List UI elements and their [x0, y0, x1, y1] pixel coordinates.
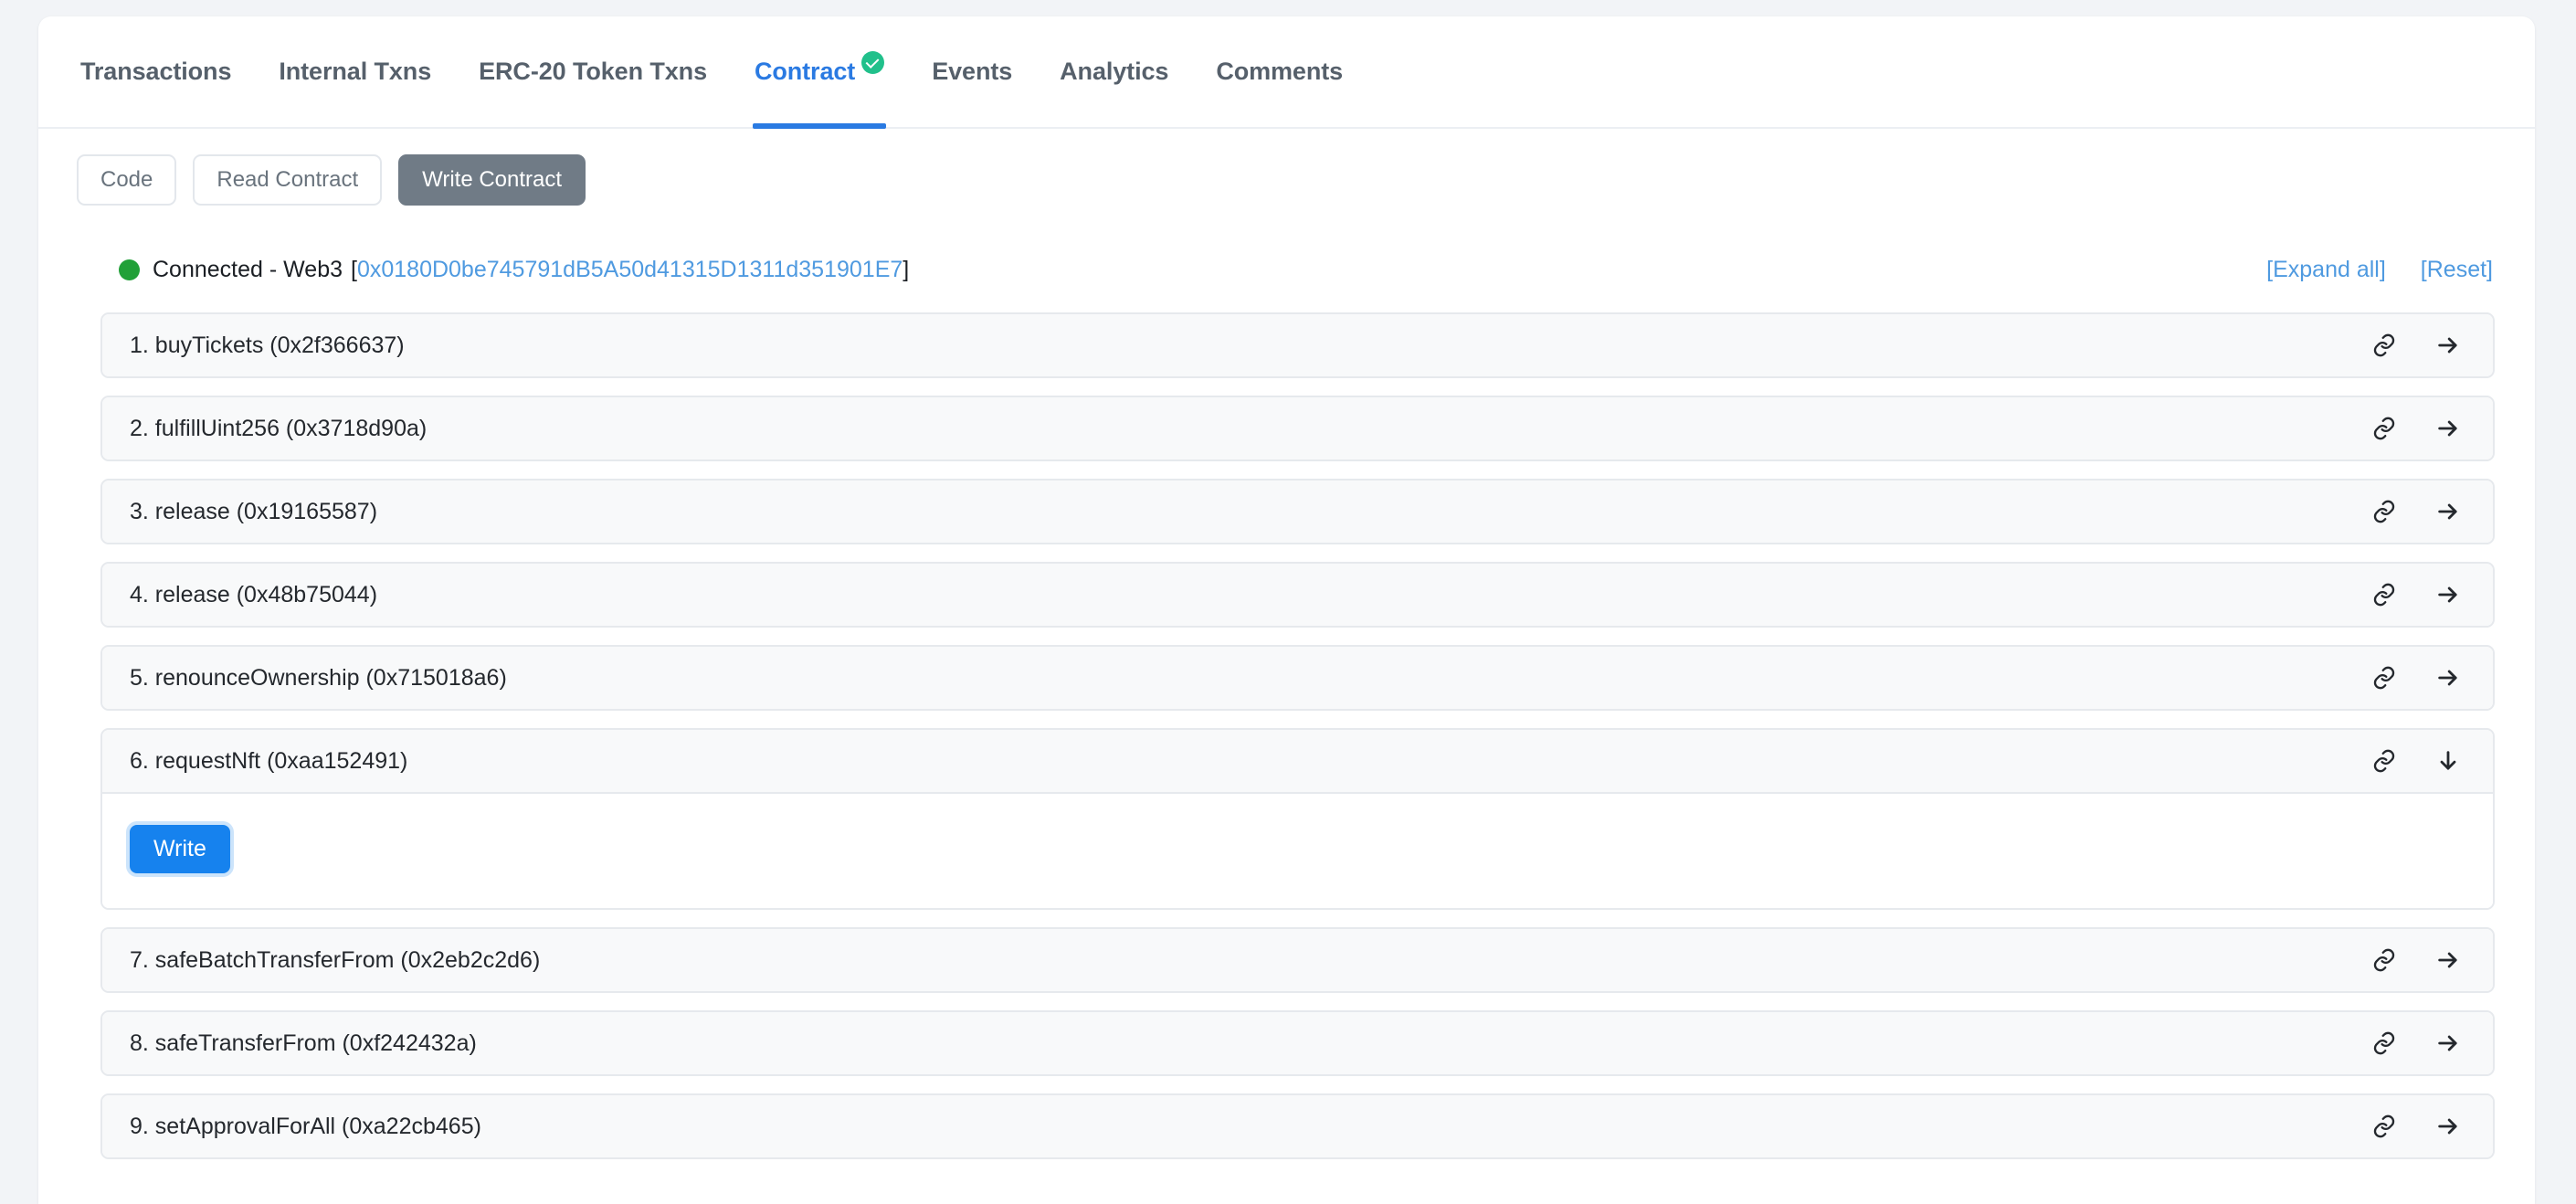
link-icon[interactable]	[2370, 946, 2398, 974]
function-header[interactable]: 2. fulfillUint256 (0x3718d90a)	[102, 397, 2493, 459]
arrow-right-icon[interactable]	[2434, 946, 2462, 974]
connection-status: Connected - Web3 [0x0180D0be745791dB5A50…	[119, 257, 909, 283]
expand-all-link[interactable]: [Expand all]	[2266, 257, 2386, 283]
function-item-safetransferfrom: 8. safeTransferFrom (0xf242432a)	[100, 1010, 2495, 1076]
tab-transactions[interactable]: Transactions	[57, 16, 255, 127]
function-header[interactable]: 8. safeTransferFrom (0xf242432a)	[102, 1012, 2493, 1074]
function-header[interactable]: 1. buyTickets (0x2f366637)	[102, 314, 2493, 376]
tab-label: Analytics	[1060, 58, 1169, 85]
arrow-right-icon[interactable]	[2434, 664, 2462, 692]
function-item-requestnft: 6. requestNft (0xaa152491) Write	[100, 728, 2495, 910]
connected-address-link[interactable]: 0x0180D0be745791dB5A50d41315D1311d351901…	[357, 257, 903, 282]
bracket-open: [	[351, 257, 357, 282]
tab-label: ERC-20 Token Txns	[479, 58, 707, 85]
verified-check-icon	[861, 51, 885, 74]
link-icon[interactable]	[2370, 664, 2398, 692]
reset-link[interactable]: [Reset]	[2421, 257, 2493, 283]
tab-label: Transactions	[80, 58, 232, 85]
function-title: 5. renounceOwnership (0x715018a6)	[130, 664, 507, 691]
link-icon[interactable]	[2370, 581, 2398, 608]
connected-status-dot-icon	[119, 259, 140, 280]
function-header-icons	[2370, 1113, 2462, 1140]
function-title: 1. buyTickets (0x2f366637)	[130, 332, 405, 358]
function-header[interactable]: 4. release (0x48b75044)	[102, 564, 2493, 626]
function-title: 7. safeBatchTransferFrom (0x2eb2c2d6)	[130, 946, 541, 973]
tab-label: Comments	[1216, 58, 1344, 85]
read-contract-button[interactable]: Read Contract	[193, 154, 383, 206]
function-header-icons	[2370, 946, 2462, 974]
function-header[interactable]: 9. setApprovalForAll (0xa22cb465)	[102, 1095, 2493, 1157]
page-root: Transactions Internal Txns ERC-20 Token …	[0, 0, 2576, 1204]
tab-analytics[interactable]: Analytics	[1036, 16, 1192, 127]
function-item-buytickets: 1. buyTickets (0x2f366637)	[100, 312, 2495, 378]
function-header-icons	[2370, 415, 2462, 442]
function-title: 2. fulfillUint256 (0x3718d90a)	[130, 415, 428, 441]
arrow-right-icon[interactable]	[2434, 332, 2462, 359]
link-icon[interactable]	[2370, 498, 2398, 525]
function-title: 8. safeTransferFrom (0xf242432a)	[130, 1030, 477, 1056]
tab-bar: Transactions Internal Txns ERC-20 Token …	[38, 16, 2535, 129]
function-header[interactable]: 5. renounceOwnership (0x715018a6)	[102, 647, 2493, 709]
function-title: 9. setApprovalForAll (0xa22cb465)	[130, 1113, 481, 1139]
function-item-safebatchtransferfrom: 7. safeBatchTransferFrom (0x2eb2c2d6)	[100, 927, 2495, 993]
connection-status-label: Connected - Web3	[153, 257, 343, 282]
function-title: 4. release (0x48b75044)	[130, 581, 378, 607]
connection-row: Connected - Web3 [0x0180D0be745791dB5A50…	[38, 257, 2535, 283]
arrow-down-icon[interactable]	[2434, 747, 2462, 775]
function-header-icons	[2370, 498, 2462, 525]
tab-erc20-token-txns[interactable]: ERC-20 Token Txns	[455, 16, 731, 127]
function-title: 3. release (0x19165587)	[130, 498, 378, 524]
function-header-icons	[2370, 747, 2462, 775]
write-contract-button[interactable]: Write Contract	[398, 154, 586, 206]
link-icon[interactable]	[2370, 1030, 2398, 1057]
tab-label: Contract	[754, 58, 856, 85]
link-icon[interactable]	[2370, 415, 2398, 442]
contract-card: Transactions Internal Txns ERC-20 Token …	[38, 16, 2535, 1204]
function-item-setapprovalforall: 9. setApprovalForAll (0xa22cb465)	[100, 1093, 2495, 1159]
write-function-list: 1. buyTickets (0x2f366637) 2. fulfillUin…	[38, 312, 2535, 1159]
link-icon[interactable]	[2370, 747, 2398, 775]
function-title: 6. requestNft (0xaa152491)	[130, 747, 408, 774]
tab-contract[interactable]: Contract	[731, 16, 908, 129]
function-item-renounceownership: 5. renounceOwnership (0x715018a6)	[100, 645, 2495, 711]
list-actions: [Expand all] [Reset]	[2266, 257, 2493, 283]
function-item-release-19165587: 3. release (0x19165587)	[100, 479, 2495, 544]
connected-address-wrap: [0x0180D0be745791dB5A50d41315D1311d35190…	[351, 257, 909, 283]
tab-label: Events	[932, 58, 1013, 85]
function-body: Write	[102, 794, 2493, 908]
link-icon[interactable]	[2370, 332, 2398, 359]
tab-internal-txns[interactable]: Internal Txns	[255, 16, 455, 127]
tab-comments[interactable]: Comments	[1192, 16, 1367, 127]
arrow-right-icon[interactable]	[2434, 1030, 2462, 1057]
function-header[interactable]: 3. release (0x19165587)	[102, 481, 2493, 543]
write-submit-button[interactable]: Write	[130, 825, 230, 873]
code-button[interactable]: Code	[77, 154, 177, 206]
contract-mode-toolbar: Code Read Contract Write Contract	[38, 129, 2535, 206]
tab-label: Internal Txns	[279, 58, 432, 85]
function-header-icons	[2370, 1030, 2462, 1057]
arrow-right-icon[interactable]	[2434, 415, 2462, 442]
arrow-right-icon[interactable]	[2434, 498, 2462, 525]
link-icon[interactable]	[2370, 1113, 2398, 1140]
arrow-right-icon[interactable]	[2434, 581, 2462, 608]
function-header[interactable]: 6. requestNft (0xaa152491)	[102, 730, 2493, 794]
function-item-release-48b75044: 4. release (0x48b75044)	[100, 562, 2495, 628]
bracket-close: ]	[903, 257, 910, 282]
function-header[interactable]: 7. safeBatchTransferFrom (0x2eb2c2d6)	[102, 929, 2493, 991]
function-header-icons	[2370, 664, 2462, 692]
function-item-fulfilluint256: 2. fulfillUint256 (0x3718d90a)	[100, 396, 2495, 461]
arrow-right-icon[interactable]	[2434, 1113, 2462, 1140]
tab-events[interactable]: Events	[908, 16, 1036, 127]
function-header-icons	[2370, 581, 2462, 608]
function-header-icons	[2370, 332, 2462, 359]
